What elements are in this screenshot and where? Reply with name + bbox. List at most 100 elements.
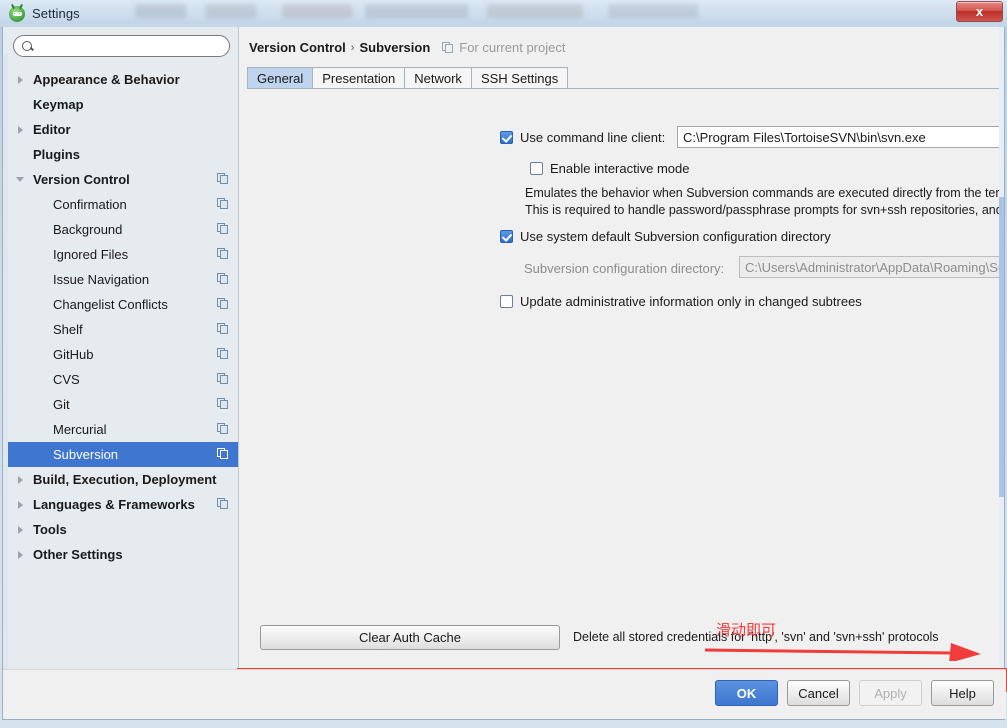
project-scope-icon — [217, 248, 229, 260]
sidebar-item-label: Git — [53, 397, 70, 412]
sidebar-item-keymap[interactable]: Keymap — [3, 92, 238, 117]
help-button[interactable]: Help — [931, 680, 994, 706]
chevron-right-icon[interactable] — [13, 475, 27, 484]
android-studio-icon — [9, 5, 25, 22]
command-line-client-path-input[interactable] — [677, 126, 1004, 148]
chevron-down-icon[interactable] — [13, 177, 27, 182]
breadcrumb-current: Subversion — [359, 40, 431, 55]
sidebar-item-version-control[interactable]: Version Control — [3, 167, 238, 192]
dialog-footer: OK Cancel Apply Help — [3, 669, 1006, 719]
sidebar-item-label: Tools — [33, 522, 67, 537]
chevron-right-icon[interactable] — [13, 525, 27, 534]
sidebar-item-plugins[interactable]: Plugins — [3, 142, 238, 167]
sidebar-item-shelf[interactable]: Shelf — [3, 317, 238, 342]
clear-auth-cache-button[interactable]: Clear Auth Cache — [260, 625, 560, 650]
sidebar-item-label: GitHub — [53, 347, 94, 362]
sidebar-item-editor[interactable]: Editor — [3, 117, 238, 142]
project-scope-icon — [217, 323, 229, 335]
project-scope-icon — [217, 348, 229, 360]
settings-window: Settings x Appearance & Behavior Keymap Ed… — [0, 0, 1007, 722]
project-scope-icon — [217, 423, 229, 435]
sidebar-left-edge — [3, 54, 8, 701]
breadcrumb-root[interactable]: Version Control — [249, 40, 346, 55]
update-admin-info-row[interactable]: Update administrative information only i… — [500, 294, 862, 309]
tab-presentation[interactable]: Presentation — [312, 67, 406, 88]
search-icon — [21, 40, 34, 53]
sidebar-item-background[interactable]: Background — [3, 217, 238, 242]
use-system-default-config-checkbox[interactable] — [500, 230, 513, 243]
chevron-right-icon[interactable] — [13, 500, 27, 509]
scope-note: For current project — [459, 40, 566, 55]
project-scope-icon — [217, 498, 229, 510]
sidebar-item-appearance-behavior[interactable]: Appearance & Behavior — [3, 67, 238, 92]
chevron-right-icon[interactable] — [13, 125, 27, 134]
sidebar-item-ignored-files[interactable]: Ignored Files — [3, 242, 238, 267]
sidebar-item-label: Ignored Files — [53, 247, 129, 262]
chevron-right-icon[interactable] — [13, 550, 27, 559]
sidebar-item-label: Plugins — [33, 147, 80, 162]
general-tab-content: Use command line client: Enable interact… — [240, 93, 1004, 674]
sidebar-item-label: Keymap — [33, 97, 84, 112]
project-scope-icon — [217, 223, 229, 235]
update-admin-info-checkbox[interactable] — [500, 295, 513, 308]
config-directory-input — [739, 256, 1004, 278]
project-scope-icon — [217, 273, 229, 285]
enable-interactive-mode-label: Enable interactive mode — [550, 161, 690, 176]
config-directory-label: Subversion configuration directory: — [524, 261, 725, 276]
cancel-button[interactable]: Cancel — [787, 680, 850, 706]
tab-network[interactable]: Network — [404, 67, 472, 88]
panel-vertical-scrollbar[interactable] — [999, 27, 1004, 674]
sidebar-item-git[interactable]: Git — [3, 392, 238, 417]
chevron-right-icon[interactable] — [13, 75, 27, 84]
tab-ssh-settings[interactable]: SSH Settings — [470, 67, 569, 88]
sidebar-item-label: Mercurial — [53, 422, 107, 437]
sidebar-item-label: Shelf — [53, 322, 83, 337]
footer-buttons: OK Cancel Apply Help — [715, 680, 994, 706]
sidebar-item-build-execution-deployment[interactable]: Build, Execution, Deployment — [3, 467, 238, 492]
tab-general[interactable]: General — [247, 67, 314, 88]
sidebar-item-label: Appearance & Behavior — [33, 72, 180, 87]
sidebar-item-confirmation[interactable]: Confirmation — [3, 192, 238, 217]
window-titlebar: Settings x — [0, 0, 1007, 27]
sidebar-item-label: Other Settings — [33, 547, 123, 562]
sidebar-item-mercurial[interactable]: Mercurial — [3, 417, 238, 442]
description-line-2: This is required to handle password/pass… — [525, 203, 1004, 217]
use-command-line-client-row[interactable]: Use command line client: — [500, 130, 665, 145]
sidebar-item-subversion[interactable]: Subversion — [3, 442, 238, 467]
settings-panel: Version Control › Subversion For current… — [240, 27, 1004, 674]
search-input[interactable] — [34, 39, 229, 53]
breadcrumb-separator: › — [350, 41, 355, 54]
update-admin-info-label: Update administrative information only i… — [520, 294, 862, 309]
sidebar-item-github[interactable]: GitHub — [3, 342, 238, 367]
use-system-default-config-label: Use system default Subversion configurat… — [520, 229, 831, 244]
ok-button[interactable]: OK — [715, 680, 778, 706]
right-arrow-annotation-icon — [704, 643, 981, 661]
sidebar-item-changelist-conflicts[interactable]: Changelist Conflicts — [3, 292, 238, 317]
use-command-line-client-label: Use command line client: — [520, 130, 666, 145]
sidebar-item-label: CVS — [53, 372, 80, 387]
sidebar-item-label: Editor — [33, 122, 71, 137]
sidebar-item-languages-frameworks[interactable]: Languages & Frameworks — [3, 492, 238, 517]
sidebar-item-label: Changelist Conflicts — [53, 297, 168, 312]
enable-interactive-mode-checkbox[interactable] — [530, 162, 543, 175]
interactive-mode-description: Emulates the behavior when Subversion co… — [525, 185, 1004, 219]
enable-interactive-mode-row[interactable]: Enable interactive mode — [530, 161, 689, 176]
sidebar-item-other-settings[interactable]: Other Settings — [3, 542, 238, 567]
settings-dialog: Appearance & Behavior Keymap Editor Plugins… — [2, 27, 1007, 720]
sidebar-item-label: Background — [53, 222, 123, 237]
search-box[interactable] — [13, 35, 230, 57]
settings-tabs: General Presentation Network SSH Settings — [247, 67, 1004, 89]
sidebar-item-issue-navigation[interactable]: Issue Navigation — [3, 267, 238, 292]
project-scope-icon — [217, 173, 229, 185]
sidebar-item-cvs[interactable]: CVS — [3, 367, 238, 392]
use-command-line-client-checkbox[interactable] — [500, 131, 513, 144]
description-line-1: Emulates the behavior when Subversion co… — [525, 186, 1004, 200]
sidebar-item-tools[interactable]: Tools — [3, 517, 238, 542]
use-system-default-config-row[interactable]: Use system default Subversion configurat… — [500, 229, 831, 244]
breadcrumb: Version Control › Subversion For current… — [249, 40, 565, 55]
project-scope-icon — [217, 448, 229, 460]
project-scope-icon — [217, 198, 229, 210]
project-scope-icon — [217, 398, 229, 410]
close-icon[interactable]: x — [956, 1, 1003, 22]
settings-tree: Appearance & Behavior Keymap Editor Plugins… — [3, 67, 238, 567]
